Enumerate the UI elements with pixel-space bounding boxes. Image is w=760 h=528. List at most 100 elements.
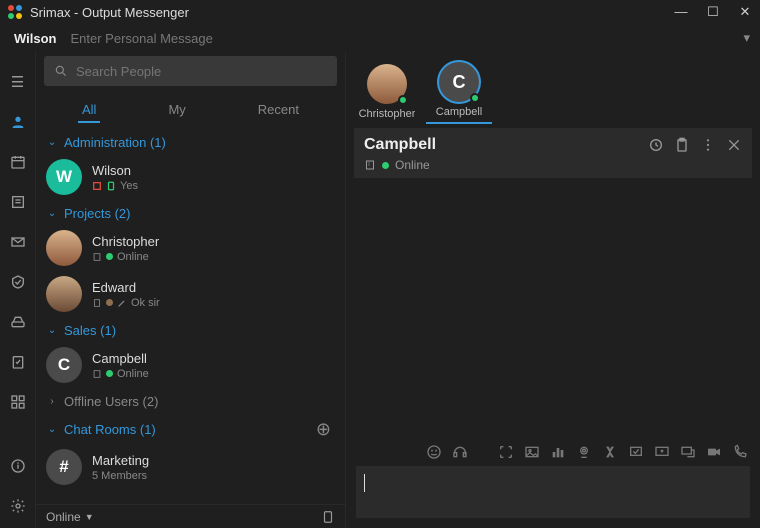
poll-icon[interactable] bbox=[550, 444, 566, 460]
contacts-icon[interactable] bbox=[0, 104, 36, 140]
window-title: Srimax - Output Messenger bbox=[30, 5, 189, 20]
image-icon[interactable] bbox=[524, 444, 540, 460]
info-icon[interactable] bbox=[0, 448, 36, 484]
group-projects[interactable]: ⌄ Projects (2) bbox=[38, 200, 339, 225]
buzz-icon[interactable] bbox=[602, 444, 618, 460]
contact-edward[interactable]: Edward Ok sir bbox=[38, 271, 339, 317]
remote-desktop-icon[interactable] bbox=[680, 444, 696, 460]
search-box[interactable] bbox=[44, 56, 337, 86]
menu-icon[interactable]: ☰ bbox=[0, 64, 36, 100]
headset-icon[interactable] bbox=[452, 444, 468, 460]
chat-messages bbox=[346, 178, 760, 438]
avatar bbox=[46, 230, 82, 266]
group-label: Projects (2) bbox=[64, 206, 130, 221]
contact-status: Online bbox=[92, 251, 159, 263]
chat-tab-christopher[interactable]: Christopher bbox=[354, 64, 420, 124]
contact-tabs: All My Recent bbox=[36, 92, 345, 123]
tasks-icon[interactable] bbox=[0, 344, 36, 380]
close-button[interactable]: ✕ bbox=[738, 4, 752, 20]
search-input[interactable] bbox=[76, 64, 327, 79]
add-room-button[interactable]: ⊕ bbox=[316, 419, 331, 440]
presence-dot bbox=[382, 162, 389, 169]
org-icon bbox=[92, 369, 102, 379]
org-icon bbox=[92, 252, 102, 262]
org-icon bbox=[92, 298, 102, 308]
tray-icon[interactable] bbox=[321, 510, 335, 524]
window-controls: — ☐ ✕ bbox=[674, 4, 752, 20]
contact-status: Ok sir bbox=[92, 297, 160, 309]
chat-tab-campbell[interactable]: C Campbell bbox=[426, 62, 492, 124]
webcam-icon[interactable] bbox=[576, 444, 592, 460]
maximize-button[interactable]: ☐ bbox=[706, 4, 720, 20]
minimize-button[interactable]: — bbox=[674, 4, 688, 20]
message-input[interactable] bbox=[356, 466, 750, 518]
group-sales[interactable]: ⌄ Sales (1) bbox=[38, 317, 339, 342]
presence-dot bbox=[470, 93, 480, 103]
clipboard-icon[interactable] bbox=[674, 137, 690, 153]
tab-all[interactable]: All bbox=[78, 98, 100, 123]
chat-header: Campbell Online bbox=[354, 128, 752, 178]
presence-dot bbox=[106, 370, 113, 377]
contact-name: Christopher bbox=[92, 234, 159, 249]
avatar: W bbox=[46, 159, 82, 195]
group-chatrooms[interactable]: ⌄ Chat Rooms (1) ⊕ bbox=[38, 413, 339, 444]
chat-header-actions bbox=[648, 137, 742, 153]
avatar: # bbox=[46, 449, 82, 485]
room-marketing[interactable]: # Marketing 5 Members bbox=[38, 444, 339, 490]
tab-recent[interactable]: Recent bbox=[254, 98, 303, 123]
mail-icon[interactable] bbox=[0, 224, 36, 260]
calendar-icon[interactable] bbox=[0, 144, 36, 180]
chevron-down-icon: ⌄ bbox=[46, 325, 58, 336]
contacts-panel: All My Recent ⌄ Administration (1) W Wil… bbox=[36, 52, 346, 528]
emoji-icon[interactable] bbox=[426, 444, 442, 460]
contact-status: Yes bbox=[92, 180, 138, 192]
app-logo-icon bbox=[8, 5, 22, 19]
presence-dot bbox=[106, 299, 113, 306]
group-label: Sales (1) bbox=[64, 323, 116, 338]
personal-message-dropdown-icon[interactable]: ▾ bbox=[743, 30, 750, 46]
drive-icon[interactable] bbox=[0, 304, 36, 340]
more-icon[interactable] bbox=[700, 137, 716, 153]
presence-dot bbox=[398, 95, 408, 105]
contact-campbell[interactable]: C Campbell Online bbox=[38, 342, 339, 388]
avatar bbox=[367, 64, 407, 104]
status-dropdown-icon[interactable]: ▼ bbox=[85, 512, 94, 522]
acknowledge-icon[interactable] bbox=[0, 264, 36, 300]
group-offline[interactable]: › Offline Users (2) bbox=[38, 388, 339, 413]
notes-icon[interactable] bbox=[0, 184, 36, 220]
compose-toolbar bbox=[346, 438, 760, 466]
tab-my[interactable]: My bbox=[164, 98, 189, 123]
voice-call-icon[interactable] bbox=[732, 444, 748, 460]
video-icon[interactable] bbox=[706, 444, 722, 460]
contact-christopher[interactable]: Christopher Online bbox=[38, 225, 339, 271]
screenshot-icon[interactable] bbox=[498, 444, 514, 460]
group-administration[interactable]: ⌄ Administration (1) bbox=[38, 129, 339, 154]
presence-dot bbox=[106, 253, 113, 260]
room-sub: 5 Members bbox=[92, 470, 149, 482]
chat-tab-label: Christopher bbox=[359, 108, 416, 120]
contact-name: Edward bbox=[92, 280, 160, 295]
chevron-down-icon: ⌄ bbox=[46, 208, 58, 219]
contact-wilson[interactable]: W Wilson Yes bbox=[38, 154, 339, 200]
group-label: Chat Rooms (1) bbox=[64, 422, 156, 437]
device-icon bbox=[106, 181, 116, 191]
chevron-right-icon: › bbox=[46, 396, 58, 407]
org-icon bbox=[92, 181, 102, 191]
org-icon bbox=[364, 159, 376, 171]
status-label[interactable]: Online bbox=[46, 510, 81, 524]
history-icon[interactable] bbox=[648, 137, 664, 153]
avatar bbox=[46, 276, 82, 312]
avatar: C bbox=[439, 62, 479, 102]
contact-list: ⌄ Administration (1) W Wilson Yes ⌄ Proj… bbox=[36, 129, 345, 504]
acknowledge-icon[interactable] bbox=[628, 444, 644, 460]
personal-message-input[interactable]: Enter Personal Message bbox=[71, 31, 744, 46]
title-bar: Srimax - Output Messenger — ☐ ✕ bbox=[0, 0, 760, 24]
status-bar: Online ▼ bbox=[36, 504, 345, 528]
avatar: C bbox=[46, 347, 82, 383]
close-chat-icon[interactable] bbox=[726, 137, 742, 153]
apps-icon[interactable] bbox=[0, 384, 36, 420]
screen-share-icon[interactable] bbox=[654, 444, 670, 460]
search-icon bbox=[54, 64, 68, 78]
settings-icon[interactable] bbox=[0, 488, 36, 524]
current-user-name[interactable]: Wilson bbox=[14, 31, 57, 46]
